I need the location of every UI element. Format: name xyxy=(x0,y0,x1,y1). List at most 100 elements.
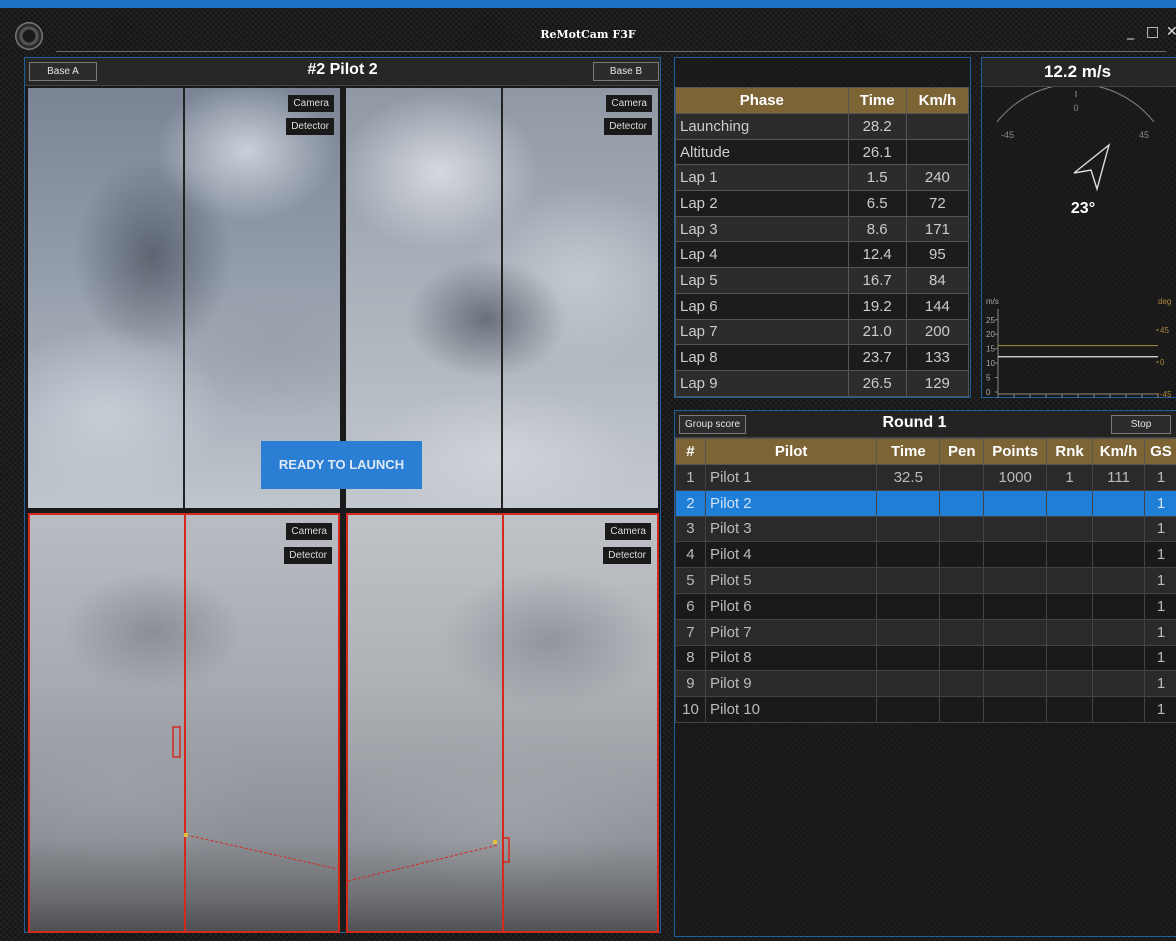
phase-row: Lap 1 1.5 240 xyxy=(675,164,970,192)
phase-speed-cell: 171 xyxy=(905,215,970,243)
detector-toggle-button[interactable]: Detector xyxy=(603,547,651,564)
base-b-button[interactable]: Base B xyxy=(593,62,659,81)
camera-toggle-button[interactable]: Camera xyxy=(605,523,651,540)
phase-row: Lap 5 16.7 84 xyxy=(675,267,970,294)
pilot-row[interactable]: 5 Pilot 5 1 xyxy=(675,567,1176,594)
row-number-cell: 7 xyxy=(675,618,706,646)
penalty-cell xyxy=(939,541,985,569)
rank-cell xyxy=(1046,541,1094,569)
group-score-cell: 1 xyxy=(1143,618,1176,646)
camera-view-base-a-bottom[interactable]: Camera Detector xyxy=(28,513,340,933)
col-points: Points xyxy=(983,438,1048,465)
pilot-row[interactable]: 3 Pilot 3 1 xyxy=(675,515,1176,543)
points-cell xyxy=(983,670,1048,698)
phase-name-cell: Launching xyxy=(675,113,849,140)
title-divider xyxy=(56,51,1166,52)
rank-cell xyxy=(1046,592,1094,620)
camera-toggle-button[interactable]: Camera xyxy=(288,95,334,112)
phase-row: Lap 9 26.5 129 xyxy=(675,369,970,397)
kmh-cell xyxy=(1092,618,1145,646)
speed-tick-label: 5 xyxy=(986,374,991,383)
col-rank: Rnk xyxy=(1046,438,1094,465)
detector-toggle-button[interactable]: Detector xyxy=(604,118,652,135)
camera-panel-header: Base A #2 Pilot 2 Base B xyxy=(25,58,660,86)
phase-speed-cell xyxy=(905,113,970,140)
time-cell xyxy=(876,670,941,698)
time-cell xyxy=(876,567,941,594)
row-number-cell: 6 xyxy=(675,592,706,620)
kmh-cell xyxy=(1092,541,1145,569)
col-time: Time xyxy=(876,438,941,465)
pilot-row[interactable]: 7 Pilot 7 1 xyxy=(675,618,1176,646)
wind-direction: 23° xyxy=(1071,200,1095,217)
pilot-row[interactable]: 2 Pilot 2 1 xyxy=(675,489,1176,517)
phase-time-cell: 28.2 xyxy=(847,113,907,140)
direction-axis-unit: deg xyxy=(1158,297,1171,306)
pilot-row[interactable]: 8 Pilot 8 1 xyxy=(675,644,1176,672)
camera-view-base-b-bottom[interactable]: Camera Detector xyxy=(346,513,659,933)
time-cell xyxy=(876,515,941,543)
group-score-cell: 1 xyxy=(1143,644,1176,672)
rank-cell: 1 xyxy=(1046,464,1094,491)
detector-toggle-button[interactable]: Detector xyxy=(284,547,332,564)
kmh-cell xyxy=(1092,670,1145,698)
time-axis-ticks xyxy=(997,394,1159,398)
title-bar: ReMotCam F3F _ □ ✕ xyxy=(0,8,1176,52)
col-rank-number: # xyxy=(675,438,706,465)
minimize-button[interactable]: _ xyxy=(1127,24,1134,40)
camera-toggle-button[interactable]: Camera xyxy=(606,95,652,112)
wind-panel: 12.2 m/s 0 -45 45 23° m/s deg 25 20 15 10 5 0… xyxy=(981,57,1176,399)
pilot-name-cell: Pilot 1 xyxy=(704,464,878,491)
points-cell xyxy=(983,618,1048,646)
kmh-cell xyxy=(1092,644,1145,672)
pilot-name-cell: Pilot 4 xyxy=(704,541,878,569)
phase-time-cell: 6.5 xyxy=(847,190,907,217)
penalty-cell xyxy=(939,670,985,698)
group-score-cell: 1 xyxy=(1143,464,1176,491)
phase-time-cell: 26.5 xyxy=(847,369,907,397)
maximize-button[interactable]: □ xyxy=(1146,24,1159,40)
rank-cell xyxy=(1046,644,1094,672)
phase-time-cell: 1.5 xyxy=(847,164,907,192)
penalty-cell xyxy=(939,489,985,517)
ready-to-launch-button[interactable]: READY TO LAUNCH xyxy=(261,441,422,489)
pilot-name-cell: Pilot 7 xyxy=(704,618,878,646)
phase-row: Lap 3 8.6 171 xyxy=(675,215,970,243)
gauge-label: 45 xyxy=(1139,130,1149,140)
penalty-cell xyxy=(939,618,985,646)
row-number-cell: 3 xyxy=(675,515,706,543)
direction-tick-label: 0 xyxy=(1160,358,1165,367)
phase-name-cell: Lap 1 xyxy=(675,164,849,192)
phase-row: Lap 8 23.7 133 xyxy=(675,344,970,371)
pilot-row[interactable]: 1 Pilot 1 32.5 1000 1 111 1 xyxy=(675,464,1176,491)
time-cell xyxy=(876,618,941,646)
pilot-row[interactable]: 10 Pilot 10 1 xyxy=(675,696,1176,723)
phase-time-cell: 23.7 xyxy=(847,344,907,371)
detector-toggle-button[interactable]: Detector xyxy=(286,118,334,135)
rank-cell xyxy=(1046,567,1094,594)
phase-name-cell: Lap 3 xyxy=(675,215,849,243)
phase-row: Lap 2 6.5 72 xyxy=(675,190,970,217)
phase-time-cell: 21.0 xyxy=(847,318,907,346)
pilot-row[interactable]: 6 Pilot 6 1 xyxy=(675,592,1176,620)
direction-tick-label: 45 xyxy=(1160,326,1169,335)
pilot-row[interactable]: 9 Pilot 9 1 xyxy=(675,670,1176,698)
time-cell xyxy=(876,541,941,569)
phase-name-cell: Lap 4 xyxy=(675,241,849,269)
col-group-score: GS xyxy=(1143,438,1176,465)
phase-time-cell: 8.6 xyxy=(847,215,907,243)
penalty-cell xyxy=(939,515,985,543)
pilot-row[interactable]: 4 Pilot 4 1 xyxy=(675,541,1176,569)
camera-toggle-button[interactable]: Camera xyxy=(286,523,332,540)
wind-direction-arrow-icon xyxy=(1073,143,1111,192)
phase-speed-cell xyxy=(905,138,970,166)
phase-time-cell: 16.7 xyxy=(847,267,907,294)
row-number-cell: 10 xyxy=(675,696,706,723)
close-button[interactable]: ✕ xyxy=(1166,24,1176,40)
speed-axis-unit: m/s xyxy=(986,297,999,306)
pilot-name-cell: Pilot 8 xyxy=(704,644,878,672)
window-title: ReMotCam F3F xyxy=(540,28,636,41)
group-score-cell: 1 xyxy=(1143,567,1176,594)
stop-button[interactable]: Stop xyxy=(1111,415,1171,434)
col-pilot: Pilot xyxy=(704,438,878,465)
